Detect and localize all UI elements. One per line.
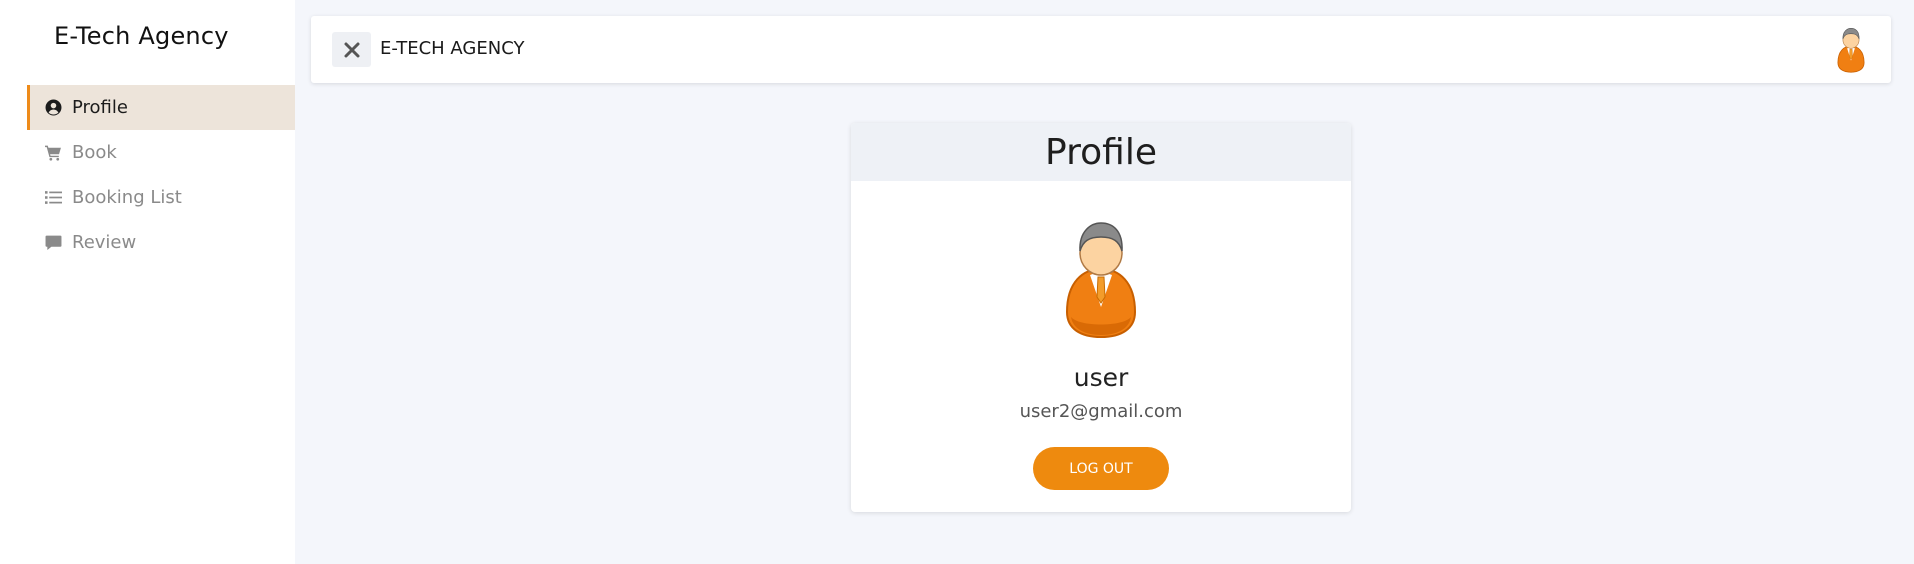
topbar-title: E-TECH AGENCY: [380, 38, 525, 59]
sidebar-item-label: Review: [72, 232, 137, 253]
sidebar-toggle-button[interactable]: [332, 32, 371, 67]
list-icon: [44, 189, 62, 207]
cart-icon: [44, 144, 62, 162]
profile-email: user2@gmail.com: [1019, 401, 1183, 422]
profile-heading: Profile: [851, 123, 1351, 181]
sidebar-item-booking-list[interactable]: Booking List: [27, 175, 295, 220]
sidebar-item-label: Book: [72, 142, 117, 163]
sidebar-nav: Profile Book Booking List Review: [27, 85, 295, 265]
sidebar-item-label: Booking List: [72, 187, 182, 208]
sidebar: E-Tech Agency Profile Book Booking List …: [0, 0, 295, 564]
top-bar: E-TECH AGENCY: [311, 16, 1891, 83]
profile-username: user: [1073, 363, 1129, 392]
user-avatar-icon[interactable]: [1835, 26, 1867, 73]
sidebar-item-book[interactable]: Book: [27, 130, 295, 175]
profile-card: Profile user user2@gmail.com LOG OUT: [851, 123, 1351, 512]
close-icon: [344, 42, 359, 57]
sidebar-item-profile[interactable]: Profile: [27, 85, 295, 130]
comment-icon: [44, 234, 62, 252]
user-circle-icon: [44, 99, 62, 117]
user-avatar-icon: [1065, 222, 1137, 339]
sidebar-item-review[interactable]: Review: [27, 220, 295, 265]
brand-title: E-Tech Agency: [54, 22, 229, 50]
logout-button[interactable]: LOG OUT: [1033, 447, 1169, 490]
sidebar-item-label: Profile: [72, 97, 128, 118]
